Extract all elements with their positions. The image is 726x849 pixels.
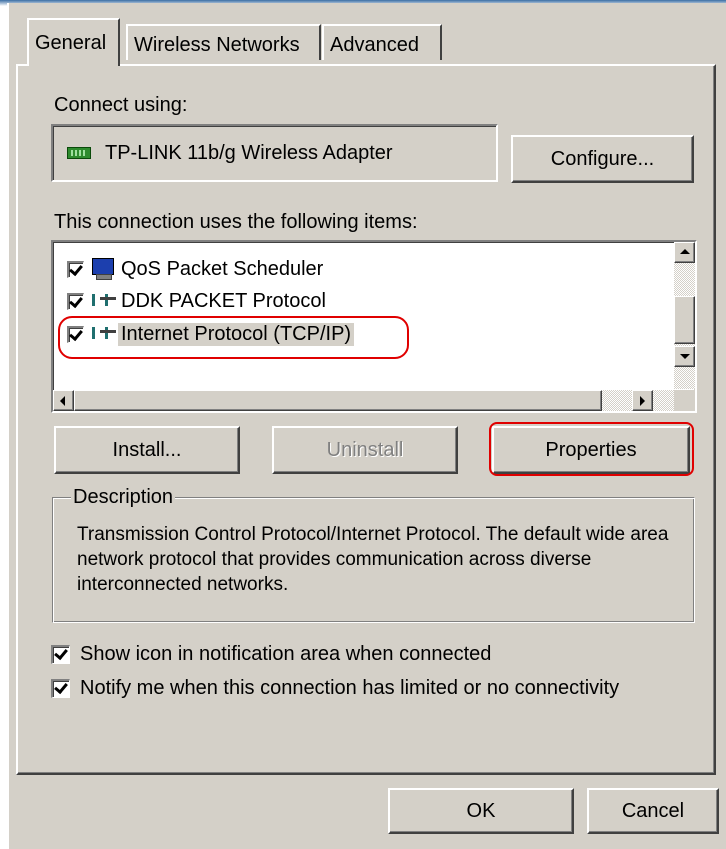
item-checkbox[interactable]	[67, 325, 84, 343]
tab-advanced-label: Advanced	[330, 34, 419, 56]
scroll-right-button[interactable]	[632, 390, 653, 411]
arrow-right-icon	[640, 396, 645, 406]
description-title: Description	[71, 486, 176, 509]
ok-button-label: OK	[466, 799, 496, 822]
show-icon-option[interactable]: Show icon in notification area when conn…	[51, 643, 491, 666]
item-label: Internet Protocol (TCP/IP)	[118, 322, 355, 346]
ok-button[interactable]: OK	[388, 788, 574, 834]
configure-button-label: Configure...	[550, 147, 655, 170]
connect-using-label: Connect using:	[54, 94, 188, 116]
network-protocol-icon	[90, 290, 116, 312]
item-label: QoS Packet Scheduler	[121, 257, 324, 280]
scroll-up-button[interactable]	[674, 242, 695, 263]
scroll-left-button[interactable]	[53, 390, 74, 411]
connection-items-list[interactable]: QoS Packet Scheduler DDK PACKET Protocol…	[51, 240, 697, 413]
adapter-display: TP-LINK 11b/g Wireless Adapter	[51, 124, 498, 182]
uninstall-button[interactable]: Uninstall	[272, 426, 458, 474]
notify-label: Notify me when this connection has limit…	[80, 677, 620, 699]
properties-button[interactable]: Properties	[492, 426, 690, 474]
vertical-scrollbar[interactable]	[674, 242, 695, 389]
cancel-button-label: Cancel	[621, 799, 685, 822]
horizontal-scrollbar[interactable]	[53, 390, 674, 411]
horizontal-scroll-thumb[interactable]	[74, 390, 602, 411]
arrow-left-icon	[60, 396, 65, 406]
properties-button-label: Properties	[545, 438, 637, 461]
show-icon-checkbox[interactable]	[51, 645, 70, 664]
scrollbar-corner	[674, 390, 695, 411]
adapter-name: TP-LINK 11b/g Wireless Adapter	[105, 142, 393, 164]
notify-checkbox[interactable]	[51, 679, 70, 698]
install-button-label: Install...	[112, 438, 182, 461]
notify-option[interactable]: Notify me when this connection has limit…	[51, 677, 619, 700]
description-group: Description Transmission Control Protoco…	[52, 486, 695, 623]
tab-wireless-networks[interactable]: Wireless Networks	[126, 24, 321, 60]
description-text: Transmission Control Protocol/Internet P…	[77, 524, 669, 595]
arrow-down-icon	[680, 354, 690, 359]
monitor-icon	[90, 258, 116, 280]
scroll-thumb[interactable]	[674, 296, 695, 344]
scroll-down-button[interactable]	[674, 346, 695, 367]
tab-general-label: General	[35, 32, 107, 54]
network-protocol-icon	[90, 323, 116, 345]
item-checkbox[interactable]	[67, 260, 84, 278]
list-item[interactable]: DDK PACKET Protocol	[67, 287, 329, 315]
show-icon-label: Show icon in notification area when conn…	[80, 643, 492, 665]
install-button[interactable]: Install...	[54, 426, 240, 474]
list-item-selected[interactable]: Internet Protocol (TCP/IP)	[67, 320, 355, 348]
item-label: DDK PACKET Protocol	[121, 289, 326, 312]
cancel-button[interactable]: Cancel	[587, 788, 719, 834]
list-item[interactable]: QoS Packet Scheduler	[67, 255, 326, 283]
network-card-icon	[67, 147, 91, 159]
configure-button[interactable]: Configure...	[511, 135, 694, 183]
tab-general[interactable]: General	[27, 18, 120, 66]
items-list-label: This connection uses the following items…	[54, 211, 418, 233]
tab-advanced[interactable]: Advanced	[322, 24, 442, 60]
uninstall-button-label: Uninstall	[326, 438, 404, 461]
item-checkbox[interactable]	[67, 292, 84, 310]
arrow-up-icon	[680, 249, 690, 254]
tab-wireless-networks-label: Wireless Networks	[134, 34, 300, 56]
